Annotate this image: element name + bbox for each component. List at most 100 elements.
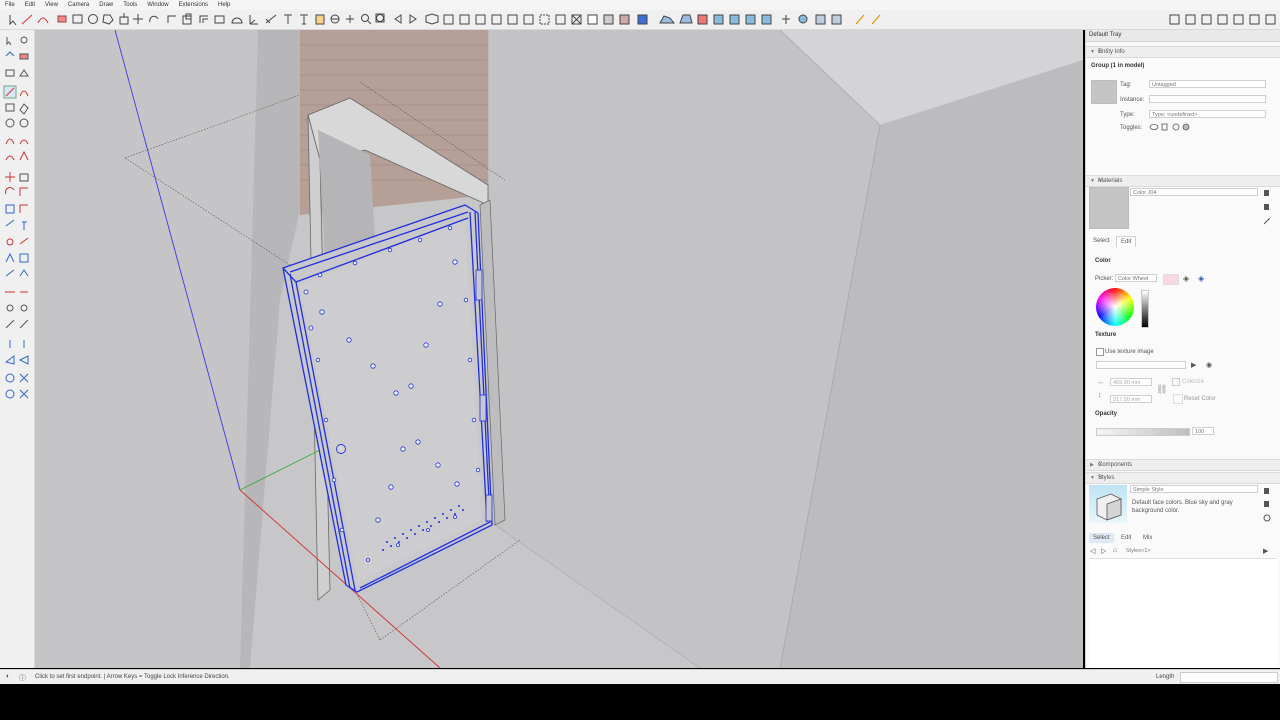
style-side-icons [1263,488,1271,522]
styles-tab-edit[interactable]: Edit [1117,533,1135,543]
3d-text-icon [300,14,308,25]
measurements-label: Length [1156,674,1175,680]
rotate-icon [5,187,15,195]
collapse-chevron-icon: ▼ [1090,475,1095,481]
locked-toggle-icon [1161,123,1168,131]
menu-help[interactable]: Help [213,0,235,10]
styles-header[interactable]: ▼ Styles ✕ [1086,472,1280,484]
type-value: Type: <undefined> [1152,112,1198,118]
picker-dropdown[interactable]: Color Wheel [1115,274,1157,282]
opacity-field[interactable]: 100 [1192,427,1214,435]
circle-tool-icon [88,14,98,24]
styles-list[interactable] [1089,558,1277,667]
use-texture-checkbox[interactable] [1096,348,1104,356]
expand-chevron-icon: ▶ [1090,462,1094,468]
materials-tab-edit[interactable]: Edit [1116,236,1137,247]
close-icon[interactable]: ✕ [1098,461,1274,468]
match-color-screen-icon[interactable]: ◈ [1198,274,1204,283]
type-dropdown[interactable]: Type: <undefined> [1149,110,1266,118]
left-view-icon [507,14,518,25]
back-icon[interactable]: ◁ [1090,547,1095,555]
style-builder-icon [729,14,740,25]
rotate-tool-icon [149,15,159,23]
link-aspect-icon[interactable]: ⛓ [1156,384,1167,395]
text-icon [22,221,27,230]
styles-tab-mix[interactable]: Mix [1139,533,1156,543]
geo-location-icon[interactable]: ◐ [6,673,10,680]
entity-material-swatch[interactable] [1091,80,1117,104]
menu-window[interactable]: Window [142,0,173,10]
scale-icon [5,204,15,214]
brightness-slider[interactable] [1141,290,1149,328]
shadows-icon [745,14,756,25]
instance-label: Instance: [1120,97,1145,103]
scene [35,30,1083,668]
protractor-icon [231,17,243,24]
wireframe-icon [571,14,582,25]
menu-extensions[interactable]: Extensions [174,0,213,10]
reset-color-button[interactable] [1173,394,1183,404]
tape-measure-icon [214,15,225,24]
layout-icon [713,14,724,25]
instance-field[interactable] [1149,95,1266,103]
home-icon[interactable]: ⌂ [1113,547,1117,554]
tape-icon [5,69,15,77]
3d-text-tool-icon [19,253,29,263]
materials-tab-select[interactable]: Select [1089,236,1114,246]
forward-icon[interactable]: ▷ [1101,547,1106,555]
model-viewport[interactable] [35,30,1083,668]
color-wheel[interactable] [1096,288,1134,326]
menu-edit[interactable]: Edit [20,0,40,10]
tag-dropdown[interactable]: Untagged [1149,80,1266,88]
texture-width-field[interactable]: 469.90 mm [1110,378,1152,386]
menu-camera[interactable]: Camera [63,0,94,10]
section-icon [5,269,15,277]
tag-value: Untagged [1152,82,1176,88]
styles-collection-dropdown[interactable]: Styles<1> [1124,547,1259,555]
match-color-model-icon[interactable]: ◈ [1183,274,1189,283]
edit-texture-icon[interactable]: ◉ [1206,361,1212,369]
large-tool-set [0,30,35,668]
pie-icon [19,150,29,161]
material-name-field[interactable]: Color J04 [1130,188,1258,196]
details-icon[interactable]: ▶ [1263,547,1268,555]
toggles-label: Toggles: [1120,125,1143,131]
rotated-rect-icon [19,103,29,115]
components-header[interactable]: ▶ Components ✕ [1086,459,1280,471]
section-plane-icon [315,14,325,25]
xray-icon [539,14,550,25]
texture-path-field[interactable] [1096,361,1186,369]
colorize-checkbox[interactable] [1172,378,1180,386]
texture-height-field[interactable]: 317.50 mm [1110,395,1152,403]
menu-draw[interactable]: Draw [94,0,118,10]
opacity-slider[interactable] [1096,428,1190,436]
zoom-tool-icon [6,304,14,312]
close-icon[interactable]: ✕ [1098,474,1274,481]
menu-tools[interactable]: Tools [118,0,142,10]
styles-tab-select[interactable]: Select [1089,533,1114,543]
close-icon[interactable]: ✕ [1098,177,1274,184]
dimension-icon [265,14,277,24]
move-tool-icon [133,14,143,24]
main-toolbar [0,10,1280,30]
scale-tool-icon [182,13,192,25]
measurements-box[interactable] [1180,672,1278,683]
color-heading: Color [1095,258,1111,264]
close-icon[interactable]: ✕ [1098,48,1274,55]
iso-view-icon [425,13,439,25]
entity-info-header[interactable]: ▼ Entity Info ✕ [1086,46,1280,58]
zoom-window-tool-icon [20,304,28,312]
previous-icon [19,319,29,329]
pan-icon [346,15,354,23]
paint-bucket-icon [5,51,15,57]
credits-icon[interactable]: ⓘ [19,673,26,683]
menu-view[interactable]: View [40,0,63,10]
position-camera-icon [815,14,826,25]
style-name-field[interactable]: Simple Style [1130,485,1258,493]
monochrome-icon [637,14,648,25]
offset-tool-icon [199,15,208,23]
browse-folder-icon[interactable]: ▶ [1191,361,1196,369]
menu-file[interactable]: File [0,0,20,10]
extension-warehouse-icon [697,14,708,25]
materials-header[interactable]: ▼ Materials ✕ [1086,175,1280,187]
